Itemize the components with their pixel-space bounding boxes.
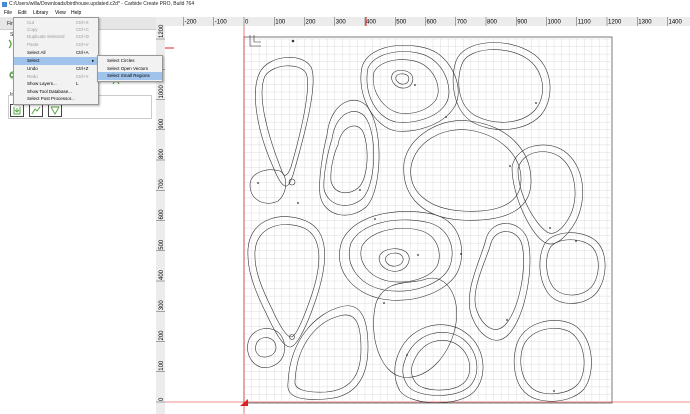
submenu-select-circles[interactable]: Select Circles xyxy=(98,57,162,65)
ruler-x-label: 1100 xyxy=(578,20,592,26)
ruler-x-label: 100 xyxy=(275,20,286,26)
ruler-y-label: 300 xyxy=(159,300,165,311)
pocket-tool-button[interactable] xyxy=(10,104,24,117)
ruler-y-label: 100 xyxy=(159,360,165,371)
app-icon xyxy=(2,2,7,7)
menu-edit[interactable]: Edit xyxy=(18,10,27,16)
ruler-x-label: 1200 xyxy=(608,20,622,26)
pocket-icon xyxy=(13,107,21,115)
window-title: C:/Users/willa/Downloads/birdhouse.updat… xyxy=(9,1,195,7)
submenu-arrow-icon: ▸ xyxy=(92,58,95,63)
ruler-x-label: -200 xyxy=(185,20,198,26)
design-canvas[interactable]: -200 -100 0 100 200 300 400 500 600 700 800 900 1000… xyxy=(156,17,690,414)
ruler-y-label: 700 xyxy=(159,179,165,190)
hole-small-1 xyxy=(291,39,295,43)
menu-file[interactable]: File xyxy=(4,10,12,16)
ruler-x-label: 400 xyxy=(366,20,377,26)
ruler-x-label: 300 xyxy=(336,20,347,26)
ruler-x-label: 200 xyxy=(306,20,317,26)
menu-item-undo[interactable]: Undo Ctrl+Z xyxy=(14,65,98,73)
ruler-y-label: 1200 xyxy=(159,24,165,38)
edit-menu-dropdown: Cut Ctrl+X Copy Ctrl+C Duplicate Selected C… xyxy=(13,17,99,105)
canvas-drawing[interactable]: -200 -100 0 100 200 300 400 500 600 700 800 900 1000… xyxy=(156,17,690,414)
ruler-y-label: 200 xyxy=(159,330,165,341)
ruler-x-label: 600 xyxy=(427,20,438,26)
ruler-x-label: 1400 xyxy=(669,20,683,26)
ruler-y-label: 500 xyxy=(159,239,165,250)
menu-item-select[interactable]: Select ▸ xyxy=(14,57,98,65)
menu-item-post-processor[interactable]: Select Post Processor... xyxy=(14,95,98,103)
ruler-x-label: 500 xyxy=(396,20,407,26)
ruler-x-label: 1300 xyxy=(638,20,652,26)
menu-bar: File Edit Library View Help xyxy=(0,9,690,17)
ruler-y-label: 800 xyxy=(159,148,165,159)
ruler-x-label: 800 xyxy=(487,20,498,26)
submenu-select-small-regions[interactable]: Select Small Regions xyxy=(98,72,162,80)
contour-tool-button[interactable] xyxy=(29,104,43,117)
ruler-x-label: 700 xyxy=(457,20,468,26)
ruler-x-label: 900 xyxy=(517,20,528,26)
title-bar: C:/Users/willa/Downloads/birdhouse.updat… xyxy=(0,0,690,9)
ruler-y-label: 1000 xyxy=(159,84,165,98)
menu-item-select-all[interactable]: Select All Ctrl+A xyxy=(14,49,98,57)
menu-library[interactable]: Library xyxy=(33,10,48,16)
menu-item-show-layers[interactable]: Show Layers... L xyxy=(14,80,98,88)
ruler-y-label: 600 xyxy=(159,209,165,220)
select-submenu: Select Circles Select Open Vectors Selec… xyxy=(97,55,163,82)
ruler-y-label: 400 xyxy=(159,269,165,280)
ruler-x-label: 1000 xyxy=(548,20,562,26)
contour-icon xyxy=(31,106,41,115)
menu-view[interactable]: View xyxy=(55,10,66,16)
menu-item-paste[interactable]: Paste Ctrl+V xyxy=(14,41,98,49)
vcarve-tool-button[interactable] xyxy=(48,104,62,117)
menu-item-duplicate[interactable]: Duplicate Selected Ctrl+D xyxy=(14,33,98,41)
vcarve-icon xyxy=(50,106,60,115)
ruler-x-label: -100 xyxy=(215,20,228,26)
menu-help[interactable]: Help xyxy=(71,10,81,16)
ruler-y-label: 900 xyxy=(159,118,165,129)
